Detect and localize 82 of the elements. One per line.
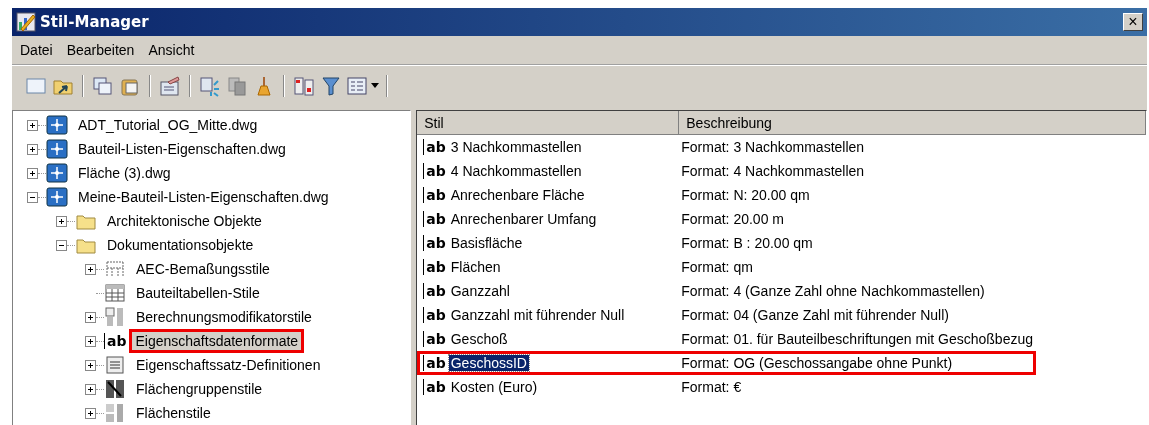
list-row[interactable]: ab Ganzzahl Format: 4 (Ganze Zahl ohne Nachkommastellen)	[417, 279, 1036, 303]
blueprint-icon	[46, 139, 68, 159]
expander-toggle[interactable]	[27, 167, 38, 179]
table-cell-text: Geschoß	[449, 331, 509, 347]
table-cell: Format: OG (Geschossangabe ohne Punkt)	[681, 355, 953, 371]
calculator-icon	[104, 307, 126, 327]
table-cell: Format: N: 20.00 qm	[681, 187, 810, 203]
tree-item[interactable]: Bauteiltabellen-Stile	[130, 281, 266, 305]
blueprint-icon	[46, 115, 68, 135]
expander-toggle[interactable]	[85, 311, 96, 323]
tree-item[interactable]: AEC-Bemaßungsstile	[130, 257, 276, 281]
list-row[interactable]: ab 3 Nachkommastellen Format: 3 Nachkommastellen	[417, 135, 1036, 159]
list-row[interactable]: ab Flächen Format: qm	[417, 255, 1036, 279]
table-cell-text: 4 Nachkommastellen	[449, 163, 583, 179]
purge-star-icon[interactable]	[198, 75, 222, 97]
caret-icon[interactable]	[371, 83, 379, 89]
expander-toggle[interactable]	[27, 143, 38, 155]
table-cell: Format: €	[681, 379, 742, 395]
table-cell: Format: 4 (Ganze Zahl ohne Nachkommastellen)	[681, 283, 985, 299]
dimension-icon	[104, 259, 126, 279]
menu-item[interactable]: Datei	[20, 42, 53, 58]
expander-toggle[interactable]	[85, 383, 96, 395]
expander-toggle[interactable]	[27, 119, 38, 131]
blueprint-icon	[46, 163, 68, 183]
compare-icon[interactable]	[292, 75, 316, 97]
table-cell: Format: 20.00 m	[681, 211, 784, 227]
list-row[interactable]: ab Kosten (Euro) Format: €	[417, 375, 1036, 399]
pencil-chart-icon	[16, 12, 36, 32]
table-cell: GeschossID	[448, 355, 529, 371]
list-row[interactable]: ab Geschoß Format: 01. für Bauteilbeschriftungen mit Geschoßbezug	[417, 327, 1036, 351]
filter-icon[interactable]	[319, 75, 343, 97]
list-row[interactable]: ab Anrechenbarer Umfang Format: 20.00 m	[417, 207, 1036, 231]
menu-item[interactable]: Ansicht	[148, 42, 195, 58]
edit-icon[interactable]	[158, 75, 182, 97]
table-cell-text: Flächen	[449, 259, 502, 275]
expander-toggle[interactable]	[56, 239, 67, 251]
expander-toggle[interactable]	[27, 191, 38, 203]
tree-item[interactable]: Flächengruppenstile	[130, 377, 269, 401]
table-cell: Format: 01. für Bauteilbeschriftungen mit Geschoßbezug	[681, 331, 1033, 347]
column-header[interactable]: Beschreibung	[679, 111, 1146, 135]
table-cell-text: Anrechenbarer Umfang	[449, 211, 598, 227]
list-row[interactable]: ab 4 Nachkommastellen Format: 4 Nachkommastellen	[417, 159, 1036, 183]
table-cell-text: 3 Nachkommastellen	[449, 139, 583, 155]
window-title: Stil-Manager	[40, 13, 149, 31]
expander-toggle[interactable]	[85, 263, 96, 275]
list-row[interactable]: ab Ganzzahl mit führender Null Format: 04 (Ganze Zahl mit führender Null)	[417, 303, 1036, 327]
table-cell-text: Ganzzahl	[449, 283, 511, 299]
expander-toggle[interactable]	[85, 335, 96, 347]
tree-item[interactable]: Flächenstile	[130, 401, 217, 425]
area-group-icon	[104, 379, 126, 399]
tree-item[interactable]: Architektonische Objekte	[101, 209, 268, 233]
table-cell: Format: qm	[681, 259, 753, 275]
tree-item[interactable]: Dokumentationsobjekte	[101, 233, 260, 257]
blueprint-icon	[46, 187, 68, 207]
table-cell: Format: B : 20.00 qm	[681, 235, 813, 251]
list-row[interactable]: ab GeschossID Format: OG (Geschossangabe ohne Punkt)	[417, 351, 1036, 375]
tree-item[interactable]: ADT_Tutorial_OG_Mitte.dwg	[72, 113, 264, 137]
area-icon	[104, 403, 126, 423]
table-cell: Format: 3 Nachkommastellen	[681, 139, 865, 155]
tree-item[interactable]: Berechnungsmodifikatorstile	[130, 305, 318, 329]
tree-item[interactable]: Fläche (3).dwg	[72, 161, 177, 185]
table-icon	[104, 283, 126, 303]
tree-item[interactable]: Eigenschaftsdatenformate	[129, 329, 305, 353]
table-cell-text: Kosten (Euro)	[449, 379, 539, 395]
tree-item[interactable]: Eigenschaftssatz-Definitionen	[130, 353, 327, 377]
expander-toggle[interactable]	[56, 215, 67, 227]
copy-icon[interactable]	[91, 75, 115, 97]
list-row[interactable]: ab Anrechenbare Fläche Format: N: 20.00 qm	[417, 183, 1036, 207]
list-row[interactable]: ab Basisfläche Format: B : 20.00 qm	[417, 231, 1036, 255]
list-icon	[104, 355, 126, 375]
table-cell-text: Anrechenbare Fläche	[449, 187, 586, 203]
expander-toggle[interactable]	[85, 407, 96, 419]
close-button[interactable]: ×	[1123, 13, 1143, 31]
tree-item[interactable]: Meine-Bauteil-Listen-Eigenschaften.dwg	[72, 185, 335, 209]
menu-item[interactable]: Bearbeiten	[66, 42, 135, 58]
table-cell-text: Basisfläche	[449, 235, 524, 251]
tree-item[interactable]: Bauteil-Listen-Eigenschaften.dwg	[72, 137, 292, 161]
expander-toggle[interactable]	[85, 359, 96, 371]
table-cell-text: Ganzzahl mit führender Null	[449, 307, 626, 323]
table-cell: Format: 4 Nachkommastellen	[681, 163, 865, 179]
table-cell: Format: 04 (Ganze Zahl mit führender Null)	[681, 307, 949, 323]
column-header[interactable]: Stil	[417, 111, 680, 135]
